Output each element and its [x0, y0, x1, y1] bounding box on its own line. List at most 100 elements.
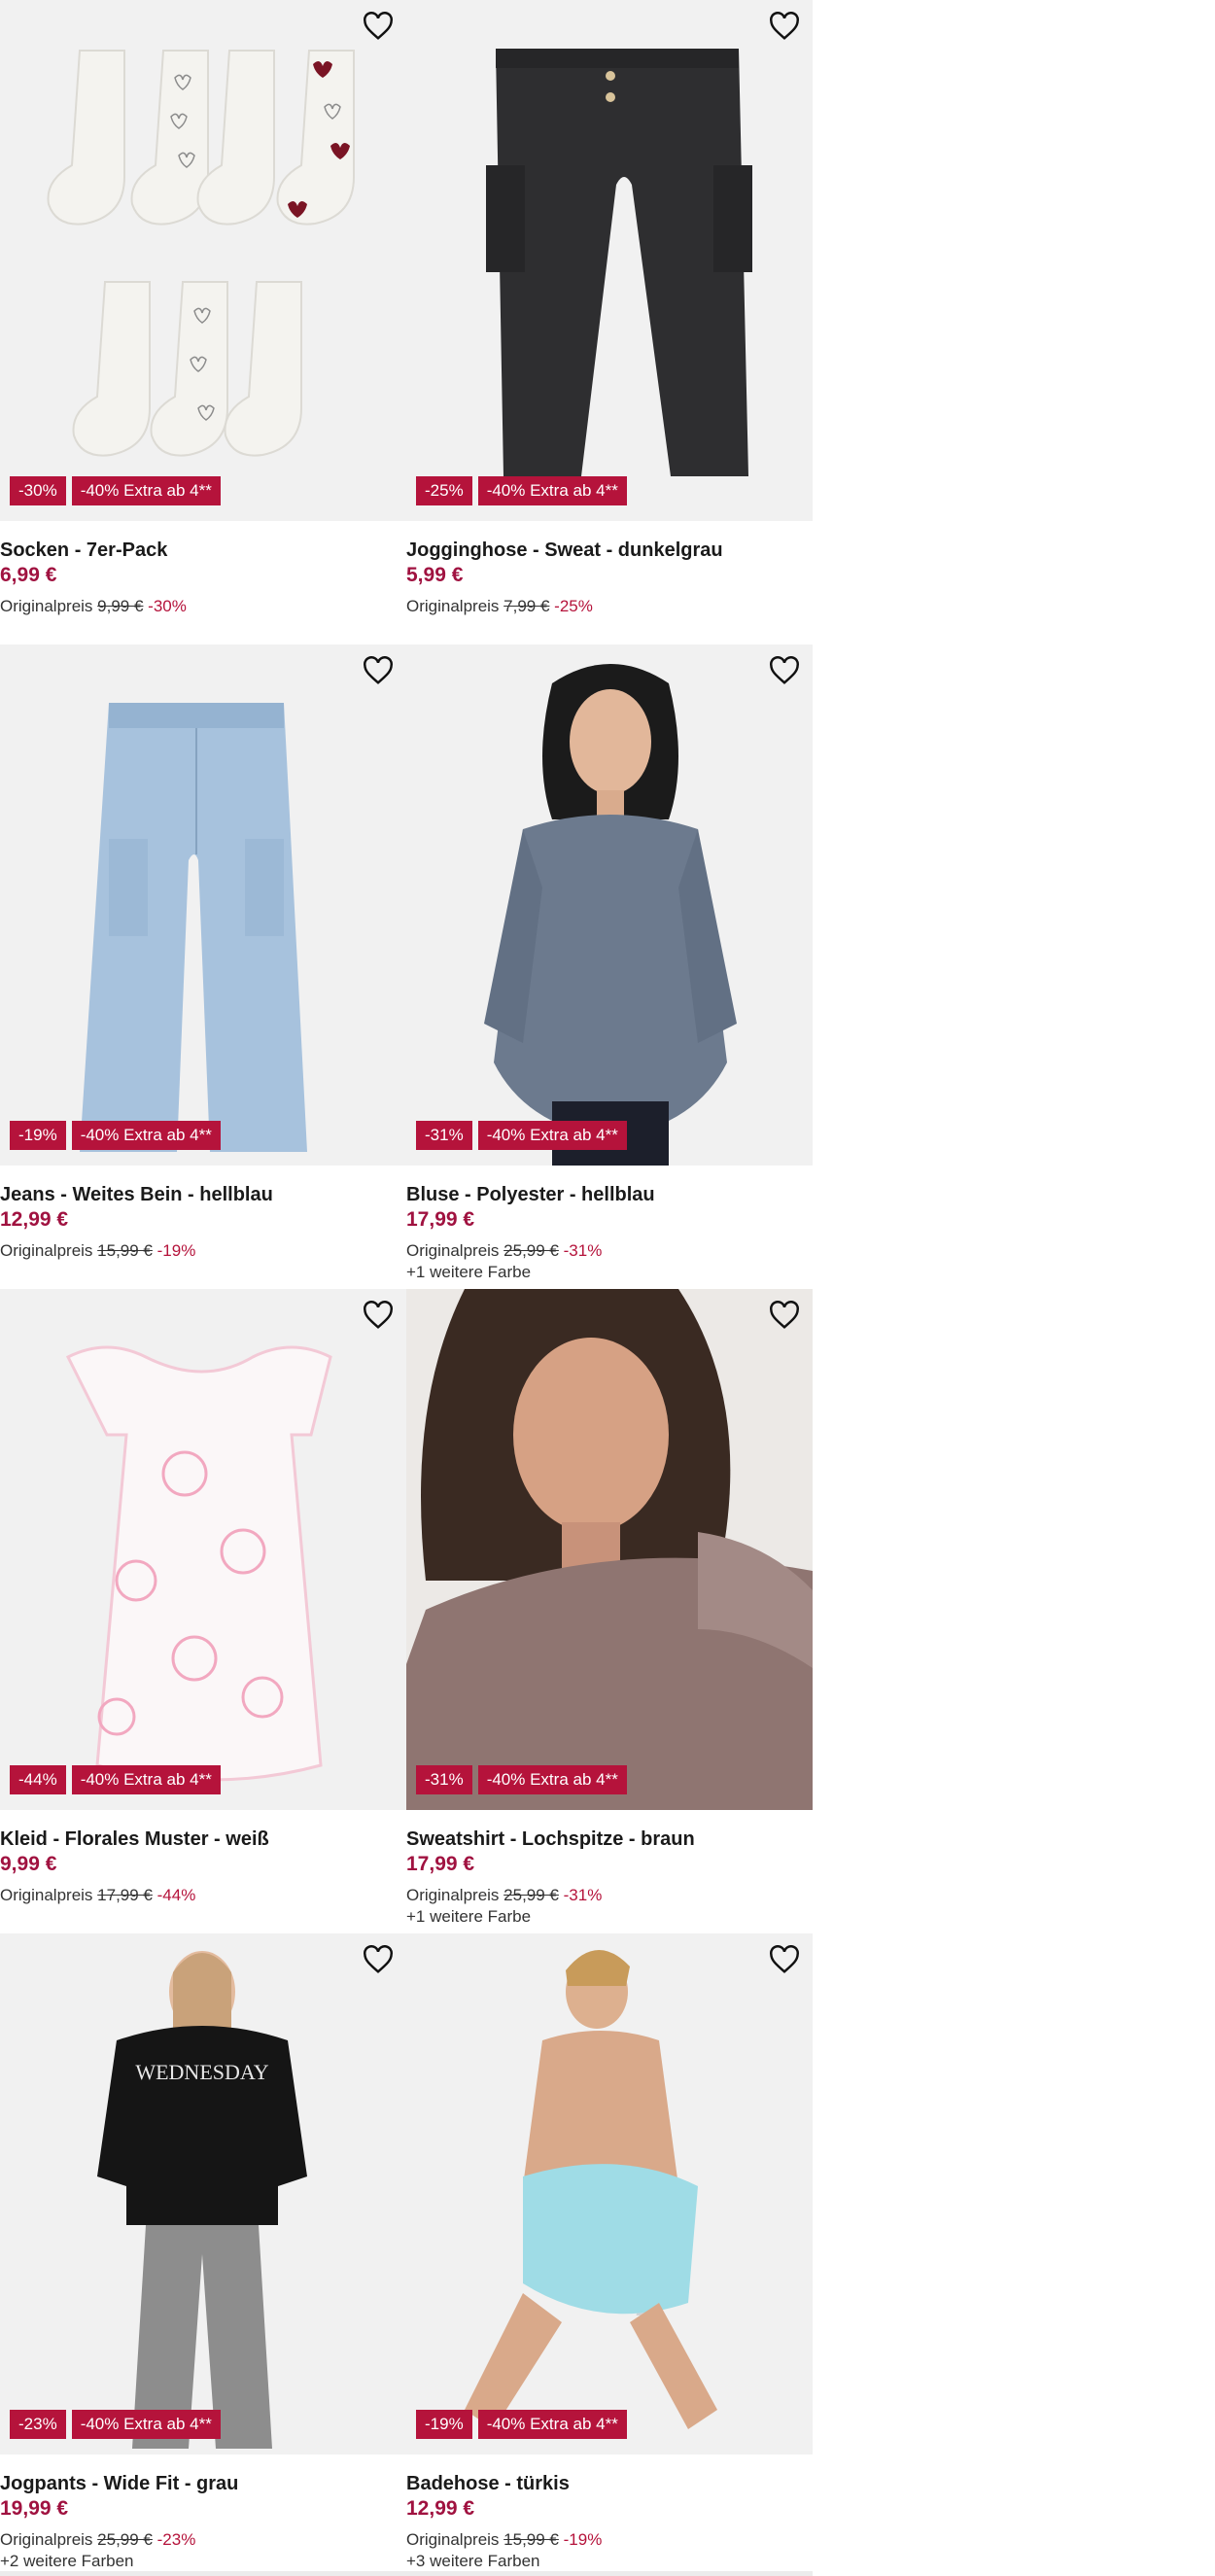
next-row-edge [0, 2571, 813, 2576]
product-card[interactable]: -31% -40% Extra ab 4** Sweatshirt - Loch… [406, 1289, 813, 1927]
jeans-image [80, 703, 307, 1152]
original-price: 17,99 € [97, 1886, 153, 1904]
badges: -19% -40% Extra ab 4** [416, 2410, 627, 2439]
product-card[interactable]: -31% -40% Extra ab 4** Bluse - Polyester… [406, 644, 813, 1282]
original-price-label: Originalpreis [406, 597, 500, 615]
product-info: Socken - 7er-Pack 6,99 € Originalpreis 9… [0, 521, 406, 618]
heart-icon[interactable] [362, 12, 395, 41]
product-image[interactable]: -19% -40% Extra ab 4** [406, 1933, 813, 2454]
original-price-label: Originalpreis [0, 597, 93, 615]
original-price: 25,99 € [503, 1886, 559, 1904]
extra-discount-badge: -40% Extra ab 4** [71, 2410, 221, 2439]
extra-discount-badge: -40% Extra ab 4** [477, 476, 627, 505]
original-price: 25,99 € [97, 2530, 153, 2549]
product-card[interactable]: -25% -40% Extra ab 4** Jogginghose - Swe… [406, 0, 813, 618]
extra-discount-badge: -40% Extra ab 4** [71, 1121, 221, 1150]
discount-badge: -25% [416, 476, 472, 505]
discount-percent: -31% [563, 1886, 603, 1904]
product-name[interactable]: Jeans - Weites Bein - hellblau [0, 1182, 406, 1207]
heart-icon[interactable] [362, 1945, 395, 1974]
discount-badge: -19% [10, 1121, 66, 1150]
original-price-line: Originalpreis 25,99 € -23% [0, 2528, 406, 2552]
product-price: 17,99 € [406, 1208, 475, 1231]
badges: -25% -40% Extra ab 4** [416, 476, 627, 505]
product-info: Jogpants - Wide Fit - grau 19,99 € Origi… [0, 2454, 406, 2571]
original-price-line: Originalpreis 17,99 € -44% [0, 1884, 406, 1907]
more-colors-note: +2 weitere Farben [0, 2552, 134, 2570]
original-price-line: Originalpreis 9,99 € -30% [0, 595, 406, 618]
product-price: 17,99 € [406, 1853, 475, 1875]
badges: -19% -40% Extra ab 4** [10, 1121, 221, 1150]
sweatpants-image [486, 49, 752, 476]
product-image[interactable]: -31% -40% Extra ab 4** [406, 1289, 813, 1810]
extra-discount-badge: -40% Extra ab 4** [477, 1765, 627, 1794]
product-card[interactable]: -44% -40% Extra ab 4** Kleid - Florales … [0, 1289, 406, 1907]
product-info: Jogginghose - Sweat - dunkelgrau 5,99 € … [406, 521, 813, 618]
product-name[interactable]: Bluse - Polyester - hellblau [406, 1182, 813, 1207]
original-price-line: Originalpreis 7,99 € -25% [406, 595, 813, 618]
product-name[interactable]: Jogpants - Wide Fit - grau [0, 2471, 406, 2496]
product-price: 5,99 € [406, 564, 464, 586]
more-colors-note: +1 weitere Farbe [406, 1263, 532, 1281]
discount-percent: -30% [148, 597, 187, 615]
original-price: 7,99 € [503, 597, 550, 615]
product-price: 12,99 € [0, 1208, 69, 1231]
product-name[interactable]: Sweatshirt - Lochspitze - braun [406, 1827, 813, 1852]
product-card[interactable]: -30% -40% Extra ab 4** Socken - 7er-Pack… [0, 0, 406, 618]
product-image[interactable]: -25% -40% Extra ab 4** [406, 0, 813, 521]
extra-discount-badge: -40% Extra ab 4** [71, 1765, 221, 1794]
product-info: Bluse - Polyester - hellblau 17,99 € Ori… [406, 1166, 813, 1282]
original-price: 15,99 € [503, 2530, 559, 2549]
discount-badge: -31% [416, 1765, 472, 1794]
discount-percent: -44% [156, 1886, 196, 1904]
product-image[interactable]: -44% -40% Extra ab 4** [0, 1289, 406, 1810]
heart-icon[interactable] [362, 656, 395, 685]
heart-icon[interactable] [768, 12, 801, 41]
product-info: Badehose - türkis 12,99 € Originalpreis … [406, 2454, 813, 2571]
badges: -44% -40% Extra ab 4** [10, 1765, 221, 1794]
product-card[interactable]: -19% -40% Extra ab 4** Jeans - Weites Be… [0, 644, 406, 1263]
discount-percent: -31% [563, 1241, 603, 1260]
heart-icon[interactable] [362, 1301, 395, 1330]
original-price-line: Originalpreis 25,99 € -31% [406, 1884, 813, 1907]
original-price: 15,99 € [97, 1241, 153, 1260]
discount-percent: -19% [563, 2530, 603, 2549]
product-name[interactable]: Jogginghose - Sweat - dunkelgrau [406, 538, 813, 563]
swim-shorts-model-image [465, 1949, 717, 2429]
more-colors-note: +1 weitere Farbe [406, 1907, 532, 1926]
product-info: Kleid - Florales Muster - weiß 9,99 € Or… [0, 1810, 406, 1907]
product-card[interactable]: -19% -40% Extra ab 4** Badehose - türkis… [406, 1933, 813, 2571]
discount-percent: -25% [554, 597, 593, 615]
product-price: 12,99 € [406, 2497, 475, 2520]
badges: -30% -40% Extra ab 4** [10, 476, 221, 505]
blouse-model-image [484, 664, 737, 1166]
product-card[interactable]: WEDNESDAY -23% -40% Extra ab 4** Jogpant… [0, 1933, 406, 2571]
product-name[interactable]: Badehose - türkis [406, 2471, 813, 2496]
discount-badge: -31% [416, 1121, 472, 1150]
discount-badge: -19% [416, 2410, 472, 2439]
product-price: 6,99 € [0, 564, 57, 586]
discount-percent: -19% [156, 1241, 196, 1260]
product-info: Sweatshirt - Lochspitze - braun 17,99 € … [406, 1810, 813, 1927]
product-price: 9,99 € [0, 1853, 57, 1875]
product-image[interactable]: -30% -40% Extra ab 4** [0, 0, 406, 521]
extra-discount-badge: -40% Extra ab 4** [71, 476, 221, 505]
heart-icon[interactable] [768, 1301, 801, 1330]
product-name[interactable]: Socken - 7er-Pack [0, 538, 406, 563]
product-image[interactable]: WEDNESDAY -23% -40% Extra ab 4** [0, 1933, 406, 2454]
product-info: Jeans - Weites Bein - hellblau 12,99 € O… [0, 1166, 406, 1263]
extra-discount-badge: -40% Extra ab 4** [477, 1121, 627, 1150]
discount-badge: -30% [10, 476, 66, 505]
dress-image [65, 1345, 332, 1782]
discount-badge: -44% [10, 1765, 66, 1794]
badges: -23% -40% Extra ab 4** [10, 2410, 221, 2439]
original-price-line: Originalpreis 15,99 € -19% [0, 1239, 406, 1263]
heart-icon[interactable] [768, 1945, 801, 1974]
heart-icon[interactable] [768, 656, 801, 685]
product-name[interactable]: Kleid - Florales Muster - weiß [0, 1827, 406, 1852]
hoodie-print: WEDNESDAY [135, 2060, 268, 2084]
original-price-label: Originalpreis [406, 1886, 500, 1904]
product-image[interactable]: -31% -40% Extra ab 4** [406, 644, 813, 1166]
original-price: 9,99 € [97, 597, 144, 615]
product-image[interactable]: -19% -40% Extra ab 4** [0, 644, 406, 1166]
